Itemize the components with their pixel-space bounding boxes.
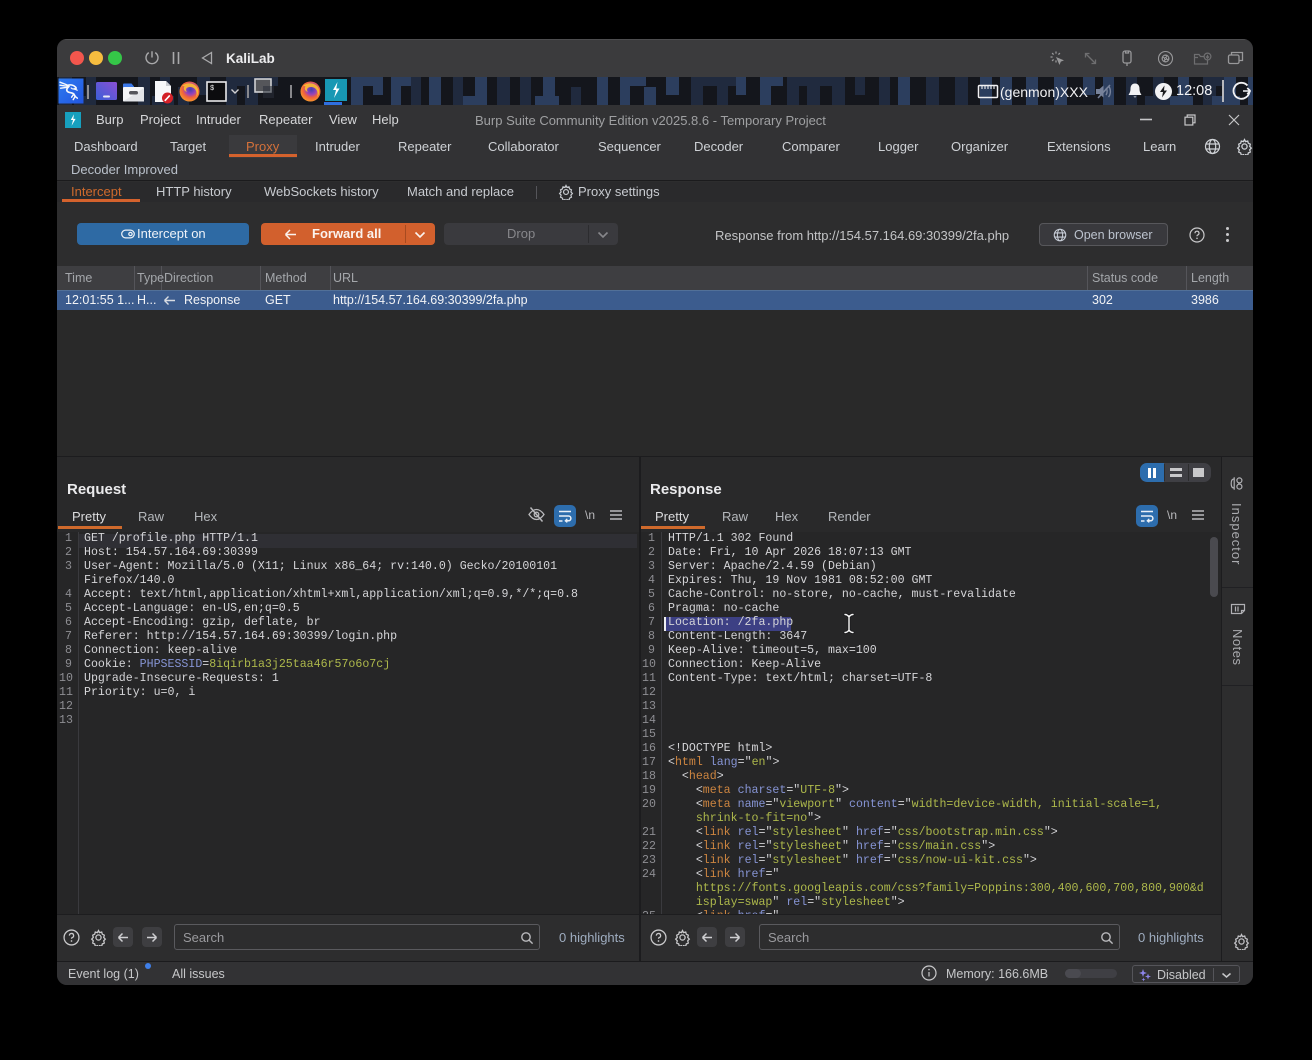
svg-text:$: $ [210, 85, 214, 93]
